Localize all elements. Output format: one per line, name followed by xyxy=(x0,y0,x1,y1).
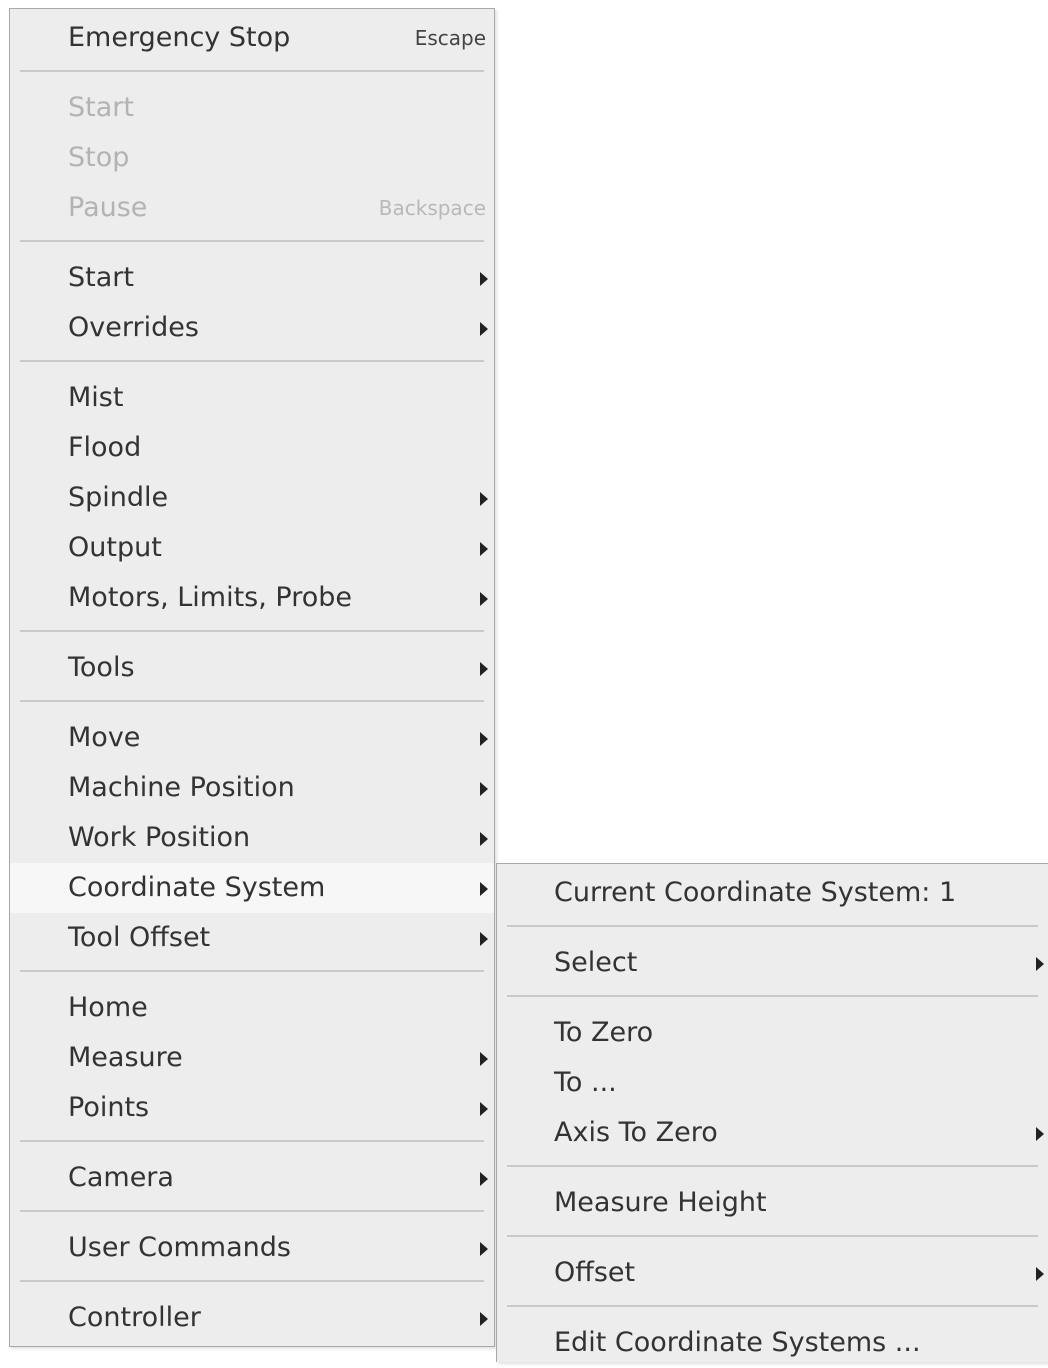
menu-item-label: Start xyxy=(68,92,134,123)
menu-separator xyxy=(20,1140,484,1142)
shortcut-label: Backspace xyxy=(378,196,486,220)
submenu-arrow-icon xyxy=(480,732,488,746)
menu-item-label: Output xyxy=(68,532,162,563)
menu-item-label: Home xyxy=(68,992,148,1023)
menu-item-label: To ... xyxy=(554,1067,617,1098)
submenu-arrow-icon xyxy=(480,832,488,846)
menu-separator xyxy=(507,925,1038,927)
submenu-arrow-icon xyxy=(480,592,488,606)
menu-item-move[interactable]: Move xyxy=(10,713,494,763)
menu-separator xyxy=(20,970,484,972)
submenu-item-to[interactable]: To ... xyxy=(497,1058,1048,1108)
menu-item-pause-disabled: Pause Backspace xyxy=(10,183,494,233)
menu-item-stop-disabled: Stop xyxy=(10,133,494,183)
menu-item-tools[interactable]: Tools xyxy=(10,643,494,693)
submenu-item-measure-height[interactable]: Measure Height xyxy=(497,1178,1048,1228)
menu-item-label: Work Position xyxy=(68,822,251,853)
menu-item-emergency-stop[interactable]: Emergency Stop Escape xyxy=(10,13,494,63)
menu-separator xyxy=(507,1165,1038,1167)
submenu-item-axis-to-zero[interactable]: Axis To Zero xyxy=(497,1108,1048,1158)
menu-item-label: Emergency Stop xyxy=(68,22,291,53)
menu-separator xyxy=(20,700,484,702)
menu-item-label: Select xyxy=(554,947,638,978)
menu-separator xyxy=(20,1280,484,1282)
shortcut-label: Escape xyxy=(414,26,486,50)
submenu-arrow-icon xyxy=(480,492,488,506)
menu-item-label: Flood xyxy=(68,432,142,463)
main-context-menu: Emergency Stop Escape Start Stop Pause B… xyxy=(9,8,495,1347)
submenu-arrow-icon xyxy=(480,662,488,676)
menu-item-label: Camera xyxy=(68,1162,174,1193)
menu-separator xyxy=(20,630,484,632)
submenu-arrow-icon xyxy=(1036,1267,1044,1281)
menu-item-points[interactable]: Points xyxy=(10,1083,494,1133)
submenu-arrow-icon xyxy=(1036,957,1044,971)
submenu-arrow-icon xyxy=(480,1172,488,1186)
menu-item-label: Mist xyxy=(68,382,124,413)
menu-separator xyxy=(20,70,484,72)
menu-item-label: Tool Offset xyxy=(68,922,211,953)
submenu-arrow-icon xyxy=(480,1102,488,1116)
menu-item-spindle[interactable]: Spindle xyxy=(10,473,494,523)
menu-item-coordinate-system[interactable]: Coordinate System xyxy=(10,863,494,913)
menu-item-label: Motors, Limits, Probe xyxy=(68,582,353,613)
menu-item-label: Machine Position xyxy=(68,772,295,803)
menu-item-label: To Zero xyxy=(554,1017,654,1048)
menu-item-label: Start xyxy=(68,262,134,293)
menu-item-flood[interactable]: Flood xyxy=(10,423,494,473)
submenu-item-current-coordinate-system[interactable]: Current Coordinate System: 1 xyxy=(497,868,1048,918)
menu-item-label: User Commands xyxy=(68,1232,291,1263)
submenu-item-to-zero[interactable]: To Zero xyxy=(497,1008,1048,1058)
menu-item-label: Points xyxy=(68,1092,150,1123)
menu-item-label: Pause xyxy=(68,192,148,223)
menu-separator xyxy=(507,1235,1038,1237)
menu-item-label: Coordinate System xyxy=(68,872,326,903)
submenu-item-offset[interactable]: Offset xyxy=(497,1248,1048,1298)
menu-item-label: Current Coordinate System: 1 xyxy=(554,877,957,908)
submenu-arrow-icon xyxy=(1036,1127,1044,1141)
menu-item-label: Edit Coordinate Systems ... xyxy=(554,1327,921,1358)
menu-item-label: Controller xyxy=(68,1302,201,1333)
menu-item-camera[interactable]: Camera xyxy=(10,1153,494,1203)
menu-item-output[interactable]: Output xyxy=(10,523,494,573)
menu-item-label: Move xyxy=(68,722,141,753)
menu-item-label: Axis To Zero xyxy=(554,1117,718,1148)
submenu-arrow-icon xyxy=(480,932,488,946)
menu-item-label: Tools xyxy=(68,652,135,683)
submenu-arrow-icon xyxy=(480,782,488,796)
coordinate-system-submenu: Current Coordinate System: 1 Select To Z… xyxy=(496,863,1048,1362)
menu-item-machine-position[interactable]: Machine Position xyxy=(10,763,494,813)
submenu-item-edit-coordinate-systems[interactable]: Edit Coordinate Systems ... xyxy=(497,1318,1048,1368)
menu-item-label: Overrides xyxy=(68,312,199,343)
submenu-arrow-icon xyxy=(480,272,488,286)
submenu-arrow-icon xyxy=(480,1052,488,1066)
menu-item-work-position[interactable]: Work Position xyxy=(10,813,494,863)
submenu-arrow-icon xyxy=(480,882,488,896)
menu-separator xyxy=(20,240,484,242)
menu-item-label: Offset xyxy=(554,1257,636,1288)
menu-item-start-disabled: Start xyxy=(10,83,494,133)
menu-item-motors-limits-probe[interactable]: Motors, Limits, Probe xyxy=(10,573,494,623)
menu-separator xyxy=(20,360,484,362)
menu-item-home[interactable]: Home xyxy=(10,983,494,1033)
submenu-arrow-icon xyxy=(480,542,488,556)
submenu-item-select[interactable]: Select xyxy=(497,938,1048,988)
submenu-arrow-icon xyxy=(480,1242,488,1256)
menu-separator xyxy=(507,995,1038,997)
menu-separator xyxy=(20,1210,484,1212)
menu-item-mist[interactable]: Mist xyxy=(10,373,494,423)
menu-item-measure[interactable]: Measure xyxy=(10,1033,494,1083)
submenu-arrow-icon xyxy=(480,322,488,336)
menu-item-label: Stop xyxy=(68,142,130,173)
menu-item-user-commands[interactable]: User Commands xyxy=(10,1223,494,1273)
menu-separator xyxy=(507,1305,1038,1307)
menu-item-tool-offset[interactable]: Tool Offset xyxy=(10,913,494,963)
menu-item-label: Measure xyxy=(68,1042,183,1073)
menu-item-label: Spindle xyxy=(68,482,169,513)
menu-item-controller[interactable]: Controller xyxy=(10,1293,494,1343)
submenu-arrow-icon xyxy=(480,1312,488,1326)
menu-item-label: Measure Height xyxy=(554,1187,767,1218)
menu-item-start[interactable]: Start xyxy=(10,253,494,303)
menu-item-overrides[interactable]: Overrides xyxy=(10,303,494,353)
